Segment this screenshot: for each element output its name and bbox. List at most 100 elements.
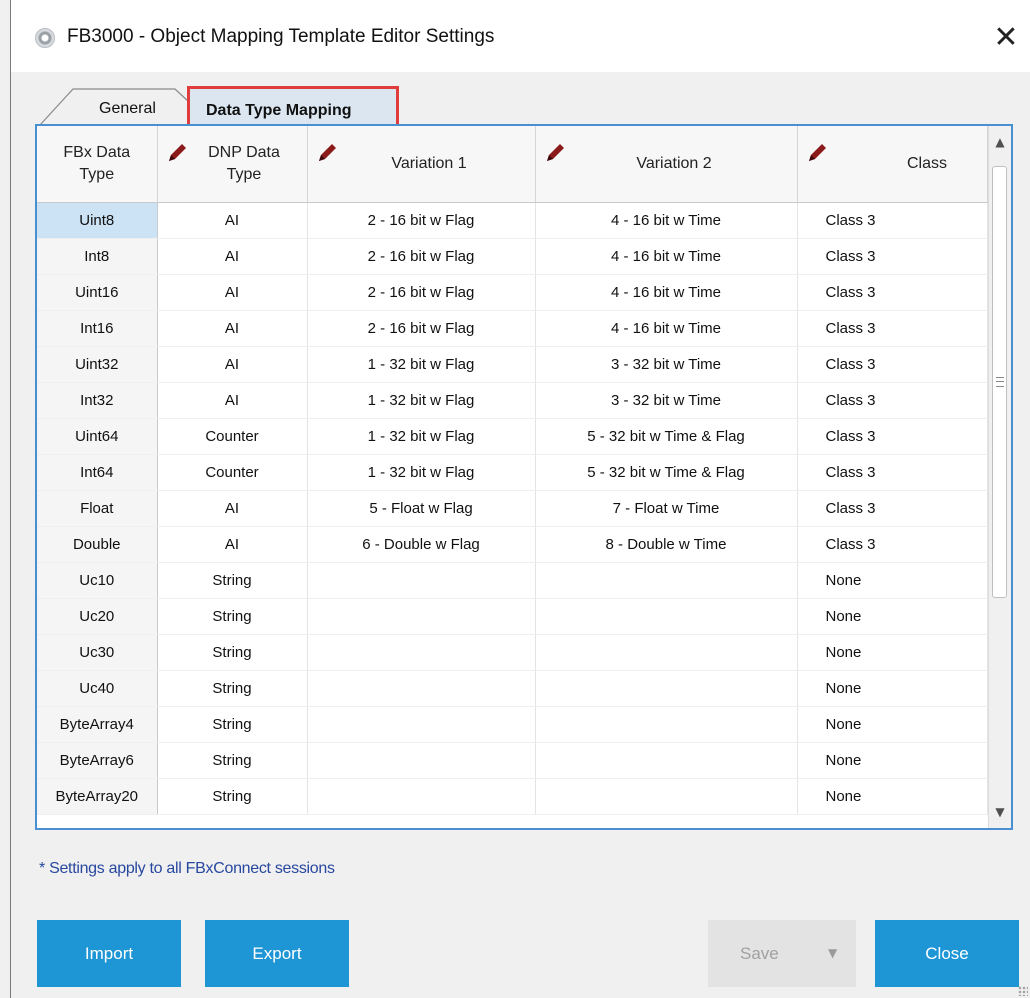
table-cell[interactable]: Double	[37, 526, 158, 563]
table-cell[interactable]: 4 - 16 bit w Time	[535, 310, 798, 347]
table-cell[interactable]: Class 3	[797, 382, 988, 419]
tab-general[interactable]: General	[39, 88, 190, 126]
table-cell[interactable]: Class 3	[797, 274, 988, 311]
table-cell[interactable]	[307, 706, 536, 743]
table-row[interactable]: Int8 AI 2 - 16 bit w Flag 4 - 16 bit w Time…	[37, 238, 988, 275]
table-cell[interactable]: 8 - Double w Time	[535, 526, 798, 563]
table-cell[interactable]	[307, 598, 536, 635]
table-cell[interactable]	[535, 706, 798, 743]
table-row[interactable]: Int64 Counter 1 - 32 bit w Flag 5 - 32 bit …	[37, 454, 988, 491]
table-cell[interactable]: ByteArray4	[37, 706, 158, 743]
table-row[interactable]: ByteArray6 String None	[37, 742, 988, 779]
tab-data-type-mapping[interactable]: Data Type Mapping	[187, 86, 399, 126]
table-cell[interactable]: Class 3	[797, 310, 988, 347]
table-cell[interactable]: 5 - 32 bit w Time & Flag	[535, 418, 798, 455]
table-cell[interactable]: 2 - 16 bit w Flag	[307, 202, 536, 239]
table-cell[interactable]: Int16	[37, 310, 158, 347]
scroll-thumb[interactable]	[992, 166, 1007, 598]
table-row[interactable]: Uint8 AI 2 - 16 bit w Flag 4 - 16 bit w Tim…	[37, 202, 988, 239]
table-cell[interactable]: 5 - 32 bit w Time & Flag	[535, 454, 798, 491]
table-cell[interactable]: Counter	[157, 454, 308, 491]
table-cell[interactable]: 2 - 16 bit w Flag	[307, 238, 536, 275]
table-cell[interactable]: 4 - 16 bit w Time	[535, 274, 798, 311]
table-cell[interactable]: Class 3	[797, 526, 988, 563]
table-cell[interactable]: 3 - 32 bit w Time	[535, 346, 798, 383]
table-row[interactable]: Uc10 String None	[37, 562, 988, 599]
table-cell[interactable]: Uc30	[37, 634, 158, 671]
resize-grip-icon[interactable]	[1018, 986, 1028, 996]
table-row[interactable]: Double AI 6 - Double w Flag 8 - Double w Ti…	[37, 526, 988, 563]
table-cell[interactable]: AI	[157, 526, 308, 563]
table-cell[interactable]: Int64	[37, 454, 158, 491]
save-button[interactable]: Save ▼	[708, 920, 856, 987]
table-cell[interactable]: String	[157, 598, 308, 635]
scroll-up-arrow-icon[interactable]: ▲	[989, 126, 1011, 158]
column-header-0[interactable]: FBx Data Type	[37, 126, 158, 203]
table-cell[interactable]	[535, 598, 798, 635]
column-header-2[interactable]: Variation 1	[307, 126, 536, 203]
table-cell[interactable]: Int8	[37, 238, 158, 275]
table-cell[interactable]: 1 - 32 bit w Flag	[307, 418, 536, 455]
close-button[interactable]: Close	[875, 920, 1019, 987]
table-cell[interactable]: Class 3	[797, 490, 988, 527]
table-row[interactable]: Uc20 String None	[37, 598, 988, 635]
table-row[interactable]: Int32 AI 1 - 32 bit w Flag 3 - 32 bit w Tim…	[37, 382, 988, 419]
import-button[interactable]: Import	[37, 920, 181, 987]
table-cell[interactable]: None	[797, 670, 988, 707]
table-cell[interactable]: Class 3	[797, 202, 988, 239]
data-type-mapping-grid[interactable]: FBx Data Type DNP Data Type Variation 1 Var…	[35, 124, 1013, 830]
export-button[interactable]: Export	[205, 920, 349, 987]
table-cell[interactable]: AI	[157, 382, 308, 419]
table-cell[interactable]: None	[797, 562, 988, 599]
table-row[interactable]: Uc40 String None	[37, 670, 988, 707]
column-header-3[interactable]: Variation 2	[535, 126, 798, 203]
table-cell[interactable]: Float	[37, 490, 158, 527]
table-cell[interactable]: Class 3	[797, 454, 988, 491]
table-cell[interactable]: Uc40	[37, 670, 158, 707]
table-row[interactable]: ByteArray20 String None	[37, 778, 988, 815]
vertical-scrollbar[interactable]: ▲ ▼	[988, 126, 1011, 828]
table-cell[interactable]: String	[157, 778, 308, 815]
column-header-1[interactable]: DNP Data Type	[157, 126, 308, 203]
save-dropdown-caret-icon[interactable]: ▼	[828, 920, 837, 987]
table-cell[interactable]: AI	[157, 274, 308, 311]
table-cell[interactable]: AI	[157, 346, 308, 383]
table-cell[interactable]	[307, 562, 536, 599]
table-cell[interactable]: String	[157, 670, 308, 707]
table-cell[interactable]: 1 - 32 bit w Flag	[307, 382, 536, 419]
table-cell[interactable]: AI	[157, 202, 308, 239]
table-cell[interactable]: None	[797, 706, 988, 743]
table-cell[interactable]: 4 - 16 bit w Time	[535, 202, 798, 239]
table-cell[interactable]: AI	[157, 238, 308, 275]
column-header-4[interactable]: Class	[797, 126, 988, 203]
table-cell[interactable]: 2 - 16 bit w Flag	[307, 310, 536, 347]
table-cell[interactable]: 4 - 16 bit w Time	[535, 238, 798, 275]
table-cell[interactable]: None	[797, 634, 988, 671]
scroll-down-arrow-icon[interactable]: ▼	[989, 796, 1011, 828]
table-cell[interactable]: Int32	[37, 382, 158, 419]
table-cell[interactable]	[535, 778, 798, 815]
table-cell[interactable]: Class 3	[797, 238, 988, 275]
table-cell[interactable]	[307, 634, 536, 671]
table-row[interactable]: Uint16 AI 2 - 16 bit w Flag 4 - 16 bit w Ti…	[37, 274, 988, 311]
table-cell[interactable]: String	[157, 742, 308, 779]
table-cell[interactable]: String	[157, 634, 308, 671]
table-cell[interactable]: String	[157, 706, 308, 743]
table-cell[interactable]: ByteArray20	[37, 778, 158, 815]
table-cell[interactable]: None	[797, 742, 988, 779]
table-cell[interactable]: Class 3	[797, 418, 988, 455]
table-row[interactable]: Float AI 5 - Float w Flag 7 - Float w Time C…	[37, 490, 988, 527]
table-cell[interactable]: Uc10	[37, 562, 158, 599]
table-cell[interactable]: None	[797, 778, 988, 815]
table-cell[interactable]: 3 - 32 bit w Time	[535, 382, 798, 419]
table-row[interactable]: Uint64 Counter 1 - 32 bit w Flag 5 - 32 bit…	[37, 418, 988, 455]
table-cell[interactable]: 1 - 32 bit w Flag	[307, 454, 536, 491]
close-window-icon[interactable]: ✕	[988, 20, 1024, 56]
table-cell[interactable]: 1 - 32 bit w Flag	[307, 346, 536, 383]
table-row[interactable]: ByteArray4 String None	[37, 706, 988, 743]
table-cell[interactable]: Class 3	[797, 346, 988, 383]
table-cell[interactable]: Uc20	[37, 598, 158, 635]
table-cell[interactable]	[307, 778, 536, 815]
table-cell[interactable]: Counter	[157, 418, 308, 455]
table-cell[interactable]: 6 - Double w Flag	[307, 526, 536, 563]
